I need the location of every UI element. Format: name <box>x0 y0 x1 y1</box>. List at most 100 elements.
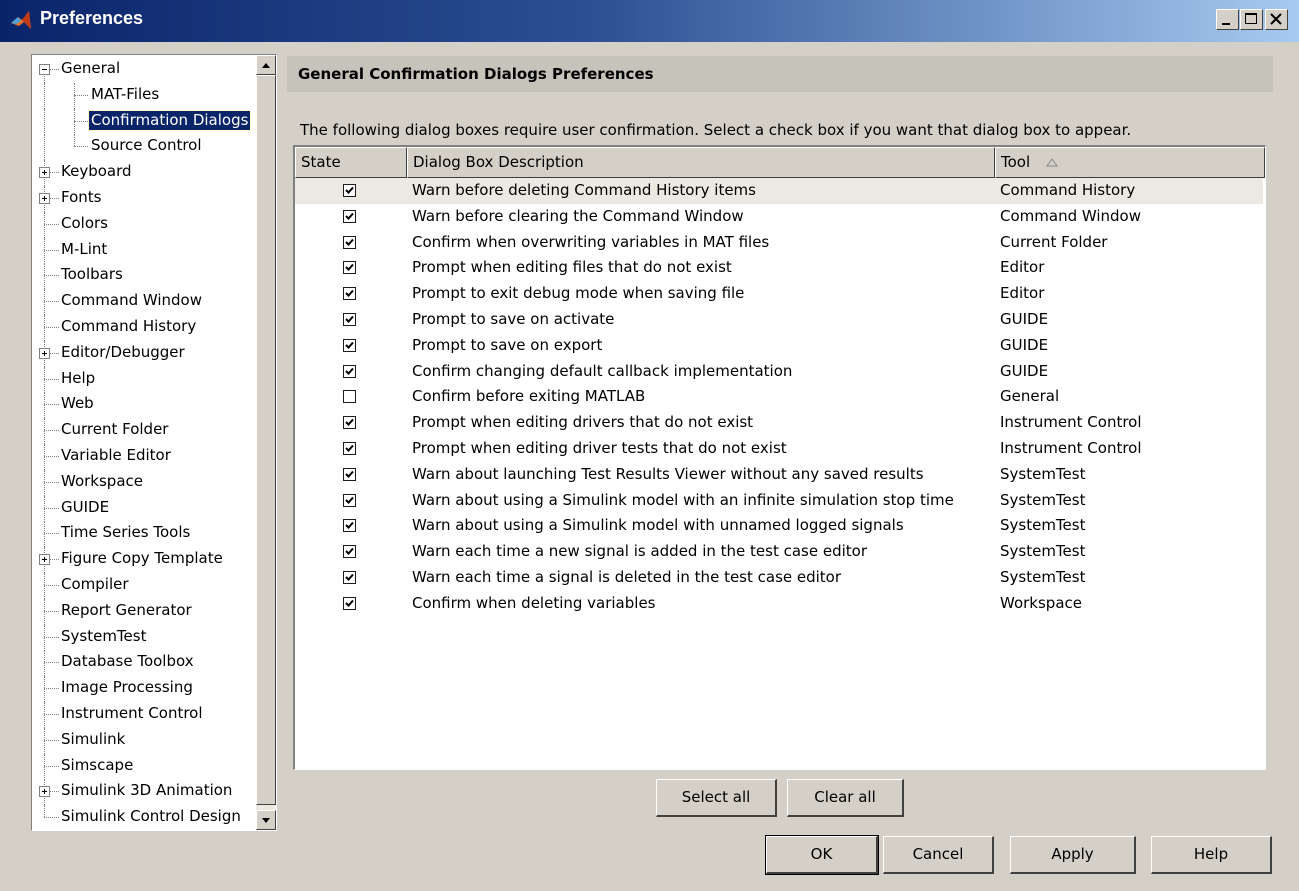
table-row[interactable]: Warn about using a Simulink model with u… <box>295 513 1263 539</box>
state-checkbox[interactable] <box>343 261 356 275</box>
state-checkbox[interactable] <box>343 184 356 197</box>
tool-name: Command Window <box>1000 206 1142 225</box>
table-row[interactable]: Warn about using a Simulink model with a… <box>295 488 1263 514</box>
tree-connector <box>44 584 59 586</box>
tree-item[interactable]: MAT-Files <box>32 82 254 109</box>
window-title: Preferences <box>40 8 144 28</box>
state-checkbox[interactable] <box>343 364 356 378</box>
tree-connector <box>44 521 45 548</box>
help-button[interactable]: Help <box>1151 836 1272 874</box>
state-checkbox[interactable] <box>343 441 356 455</box>
table-row[interactable]: Prompt when editing files that do not ex… <box>295 255 1263 281</box>
tree-item[interactable]: Report Generator <box>32 598 254 625</box>
select-all-button[interactable]: Select all <box>656 779 777 817</box>
tree-item[interactable]: Colors <box>32 211 254 238</box>
state-checkbox[interactable] <box>343 287 356 301</box>
state-checkbox[interactable] <box>343 390 356 404</box>
close-button[interactable] <box>1265 9 1288 30</box>
tree-item[interactable]: SystemTest <box>32 624 254 651</box>
tree-item[interactable]: Current Folder <box>32 418 254 445</box>
cancel-button[interactable]: Cancel <box>883 836 994 874</box>
maximize-button[interactable] <box>1240 9 1263 30</box>
preferences-tree[interactable]: General MAT-Files Confirmation Dialogs Sour… <box>31 54 277 831</box>
table-row[interactable]: Prompt to save on activate GUIDE <box>295 307 1263 333</box>
tree-item[interactable]: Instrument Control <box>32 701 254 728</box>
tree-item[interactable]: Command History <box>32 314 254 341</box>
tree-item-label: Command History <box>61 316 197 335</box>
scroll-thumb[interactable] <box>256 75 276 805</box>
tree-item[interactable]: General <box>32 57 254 95</box>
tree-item[interactable]: Confirmation Dialogs <box>32 108 254 135</box>
scroll-up-button[interactable] <box>256 55 276 75</box>
state-checkbox[interactable] <box>343 493 356 507</box>
dialog-description: Prompt when editing files that do not ex… <box>412 258 732 277</box>
tree-item[interactable]: Time Series Tools <box>32 521 254 548</box>
state-checkbox[interactable] <box>343 416 356 430</box>
state-checkbox[interactable] <box>343 545 356 559</box>
table-row[interactable]: Prompt when editing drivers that do not … <box>295 410 1263 436</box>
table-row[interactable]: Warn each time a new signal is added in … <box>295 539 1263 565</box>
state-checkbox[interactable] <box>343 570 356 584</box>
table-row[interactable]: Warn each time a signal is deleted in th… <box>295 565 1263 591</box>
tree-item[interactable]: Help <box>32 366 254 393</box>
scroll-down-button[interactable] <box>256 810 276 830</box>
expand-icon[interactable] <box>39 192 50 204</box>
expand-icon[interactable] <box>39 167 50 179</box>
tree-item[interactable]: Command Window <box>32 289 254 316</box>
tree-item-label: Toolbars <box>61 265 123 284</box>
state-checkbox[interactable] <box>343 338 356 352</box>
tree-item[interactable]: Simulink 3D Animation <box>32 779 254 806</box>
tree-item[interactable]: Image Processing <box>32 676 254 703</box>
tree-item[interactable]: Editor/Debugger <box>32 340 254 367</box>
confirmation-table[interactable]: State Dialog Box Description Tool Warn b… <box>293 145 1266 770</box>
table-row[interactable]: Confirm changing default callback implem… <box>295 359 1263 385</box>
tree-item[interactable]: Simscape <box>32 753 254 780</box>
table-row[interactable]: Warn before deleting Command History ite… <box>295 178 1263 204</box>
tree-item[interactable]: Simulink <box>32 727 254 754</box>
apply-button[interactable]: Apply <box>1010 836 1136 874</box>
tree-item[interactable]: Fonts <box>32 185 254 212</box>
table-row[interactable]: Confirm when deleting variables Workspace <box>295 591 1263 617</box>
table-row[interactable]: Prompt when editing driver tests that do… <box>295 436 1263 462</box>
tree-item[interactable]: Database Toolbox <box>32 650 254 677</box>
dialog-description: Confirm when deleting variables <box>412 593 656 612</box>
table-row[interactable]: Prompt to exit debug mode when saving fi… <box>295 281 1263 307</box>
state-checkbox[interactable] <box>343 235 356 249</box>
tree-item[interactable]: Variable Editor <box>32 443 254 470</box>
table-row[interactable]: Warn about launching Test Results Viewer… <box>295 462 1263 488</box>
title-bar[interactable]: Preferences <box>0 0 1299 42</box>
column-header-state[interactable]: State <box>295 147 407 178</box>
tree-item[interactable]: M-Lint <box>32 237 254 264</box>
expand-icon[interactable] <box>39 347 50 359</box>
column-header-tool[interactable]: Tool <box>995 147 1265 178</box>
tree-item[interactable]: Figure Copy Template <box>32 547 254 574</box>
tree-item[interactable]: Web <box>32 392 254 419</box>
table-row[interactable]: Warn before clearing the Command Window C… <box>295 204 1263 230</box>
tree-item[interactable]: Workspace <box>32 469 254 496</box>
tree-item[interactable]: GUIDE <box>32 495 254 522</box>
table-row[interactable]: Prompt to save on export GUIDE <box>295 333 1263 359</box>
expand-icon[interactable] <box>39 786 50 798</box>
tree-item[interactable]: Toolbars <box>32 263 254 290</box>
table-row[interactable]: Confirm before exiting MATLAB General <box>295 384 1263 410</box>
expand-icon[interactable] <box>39 554 50 566</box>
tree-item-label: Workspace <box>61 471 143 490</box>
state-checkbox[interactable] <box>343 519 356 533</box>
ok-button[interactable]: OK <box>765 835 879 875</box>
checkmark-icon <box>345 264 354 272</box>
tree-item[interactable]: Compiler <box>32 572 254 599</box>
state-checkbox[interactable] <box>343 596 356 610</box>
minimize-button[interactable] <box>1216 9 1239 30</box>
tree-scrollbar[interactable] <box>256 55 276 830</box>
tree-item[interactable]: Source Control <box>32 134 254 161</box>
column-header-description[interactable]: Dialog Box Description <box>407 147 995 178</box>
clear-all-button[interactable]: Clear all <box>787 779 904 817</box>
state-checkbox[interactable] <box>343 312 356 326</box>
state-checkbox[interactable] <box>343 209 356 223</box>
tree-item[interactable]: Simulink Control Design <box>32 805 254 830</box>
table-row[interactable]: Confirm when overwriting variables in MA… <box>295 230 1263 256</box>
state-checkbox[interactable] <box>343 467 356 481</box>
collapse-icon[interactable] <box>39 64 50 75</box>
tree-item[interactable]: Keyboard <box>32 160 254 187</box>
preferences-window: Preferences General MAT-Files Confirmation… <box>0 0 1299 891</box>
